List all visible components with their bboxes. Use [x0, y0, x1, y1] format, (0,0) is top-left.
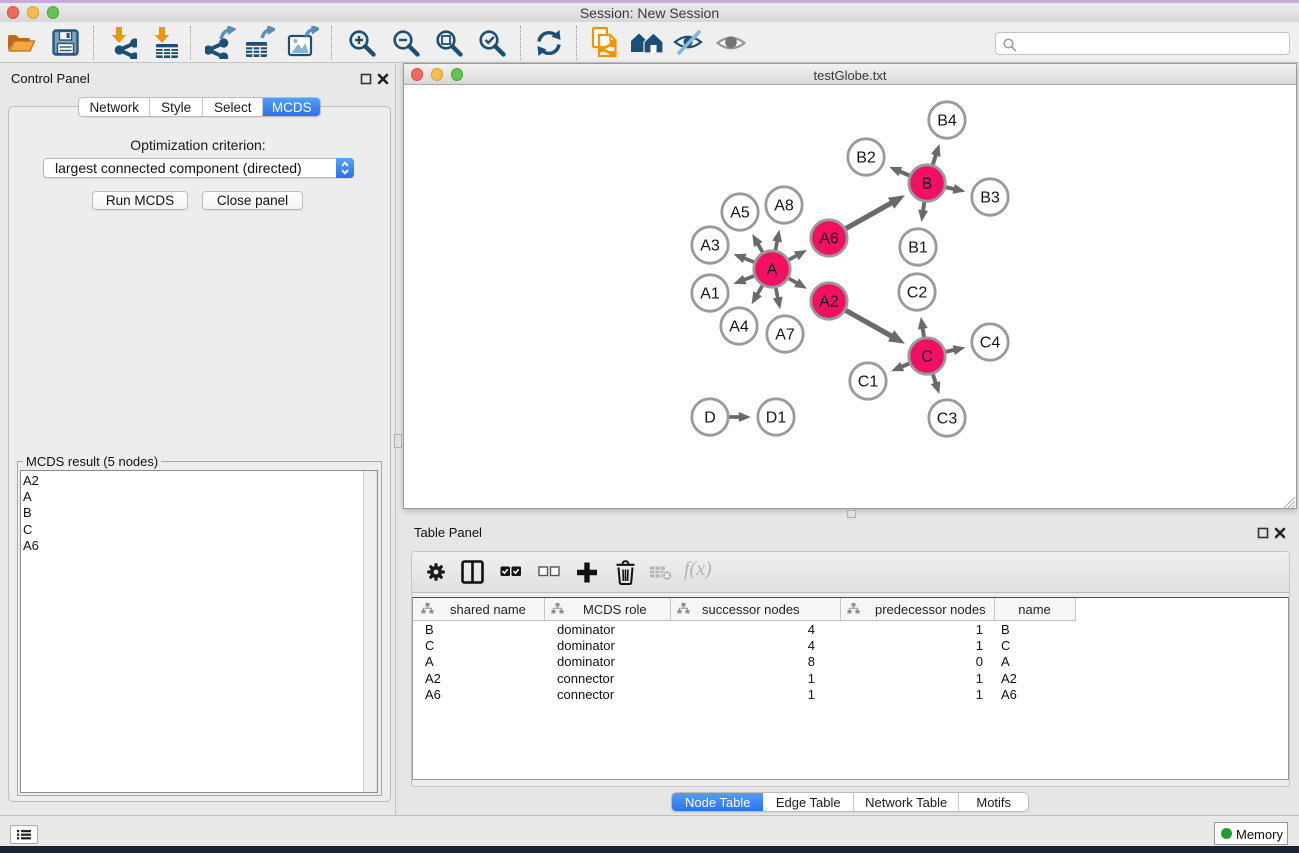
svg-text:C4: C4: [980, 335, 1001, 352]
svg-text:C2: C2: [907, 285, 928, 302]
svg-text:B2: B2: [856, 150, 876, 167]
svg-text:C3: C3: [937, 411, 958, 428]
svg-text:A7: A7: [775, 327, 795, 344]
svg-text:C: C: [921, 349, 933, 366]
svg-text:D: D: [704, 410, 716, 427]
svg-text:B4: B4: [937, 113, 957, 130]
svg-text:A3: A3: [700, 238, 720, 255]
svg-text:A6: A6: [819, 231, 839, 248]
svg-text:A4: A4: [729, 319, 749, 336]
svg-text:C1: C1: [858, 374, 879, 391]
svg-text:B3: B3: [980, 190, 1000, 207]
svg-text:A5: A5: [730, 205, 750, 222]
svg-text:A2: A2: [819, 294, 839, 311]
svg-text:B: B: [922, 176, 933, 193]
svg-text:A8: A8: [774, 198, 794, 215]
svg-text:D1: D1: [766, 410, 787, 427]
svg-text:A: A: [767, 262, 778, 279]
svg-text:B1: B1: [908, 240, 928, 257]
svg-text:A1: A1: [700, 286, 720, 303]
